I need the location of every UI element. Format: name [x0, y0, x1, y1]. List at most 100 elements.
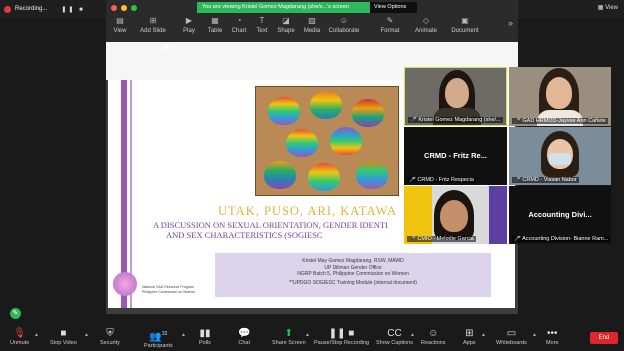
participant-name: 🎤 GAD HRMDD-Jayvee Ann Cañete — [512, 118, 608, 124]
toolbar-text[interactable]: T Text — [252, 16, 272, 42]
whiteboards-label: Whiteboards — [496, 340, 527, 346]
more-button[interactable]: ••• More — [546, 328, 559, 346]
format-icon: ✎ — [386, 16, 394, 25]
participant-name: 🎤 CMIO - Melodie Garcia — [407, 236, 476, 242]
annotate-pen-icon[interactable]: ✎ — [10, 308, 21, 319]
audio-options-chevron-icon[interactable]: ▲ — [34, 332, 39, 338]
toolbar-shape-label: Shape — [277, 28, 295, 34]
toolbar-format-label: Format — [380, 28, 400, 34]
captions-icon: CC — [387, 328, 402, 339]
toolbar-text-label: Text — [256, 28, 268, 34]
toolbar-play[interactable]: ▶ Play — [179, 16, 199, 42]
share-options-chevron-icon[interactable]: ▲ — [305, 332, 310, 338]
participant-name: 🎤 CRMD - Vissan Nabor — [512, 177, 579, 183]
muted-mic-icon: 🎤 — [514, 118, 521, 124]
participant-tile-vissan[interactable]: 🎤 CRMD - Vissan Nabor — [509, 127, 611, 185]
record-icon — [4, 5, 11, 13]
participant-tile-jayvee[interactable]: 🎤 GAD HRMDD-Jayvee Ann Cañete — [509, 67, 611, 126]
expand-toolbar-icon[interactable]: » — [508, 18, 513, 28]
reactions-button[interactable]: ☺ Reactions — [421, 328, 445, 346]
author-name: Kristel May Gomez Magdarang, RSW, MAWD — [302, 258, 404, 264]
show-captions-button[interactable]: CC Show Captions — [376, 328, 413, 346]
toolbar-view-label: View — [113, 28, 127, 34]
polls-label: Polls — [199, 340, 211, 346]
close-window-icon[interactable] — [111, 5, 117, 11]
participant-display-name: CRMD - Fritz Re... — [424, 151, 487, 160]
whiteboard-icon: ▭ — [506, 328, 517, 339]
view-button[interactable]: ▦ View — [598, 4, 618, 11]
share-screen-button[interactable]: ⬆ Share Screen — [272, 328, 306, 346]
apps-icon: ⊞ — [465, 328, 474, 339]
toolbar-animate[interactable]: ◇ Animate — [412, 16, 440, 42]
meeting-controls-bar: 🎙 Unmute ▲ ■ Stop Video ▲ ⛨ Security 👥32 Par… — [0, 326, 624, 351]
toolbar-view[interactable]: ▤ View — [109, 16, 131, 42]
document-icon: ▣ — [461, 16, 469, 25]
whiteboards-options-chevron-icon[interactable]: ▲ — [532, 332, 537, 338]
security-button[interactable]: ⛨ Security — [100, 328, 120, 346]
chat-button[interactable]: 💬 Chat — [238, 328, 250, 346]
end-meeting-button[interactable]: End — [590, 332, 618, 344]
animate-icon: ◇ — [422, 16, 430, 25]
recording-indicator: Recording... ❚❚ ■ — [4, 3, 85, 15]
polls-button[interactable]: ▮▮ Polls — [199, 328, 211, 346]
recording-controls[interactable]: ❚❚ ■ — [61, 6, 84, 13]
participant-tile-fritz[interactable]: CRMD - Fritz Re... 🎤 CRMD - Fritz Respec… — [404, 127, 507, 185]
participant-name: 🎤 Accounting Division- Bianne Ram... — [512, 236, 611, 242]
security-label: Security — [100, 340, 120, 346]
toolbar-chart[interactable]: ◔ Chart — [228, 16, 250, 42]
stop-video-button[interactable]: ■ Stop Video — [50, 328, 77, 346]
muted-mic-icon: 🎤 — [514, 177, 521, 183]
unmute-label: Unmute — [10, 340, 30, 346]
recording-label: Recording... — [15, 6, 48, 12]
share-screen-label: Share Screen — [272, 340, 306, 346]
participants-button[interactable]: 👥32 Participants — [144, 328, 173, 349]
toolbar-table-label: Table — [207, 28, 223, 34]
mic-muted-icon: 🎙 — [13, 328, 26, 339]
polls-icon: ▮▮ — [199, 328, 211, 339]
participant-display-name: Accounting Divi... — [528, 210, 592, 219]
emoji-icon: ☺ — [428, 328, 439, 339]
captions-label: Show Captions — [376, 340, 413, 346]
toolbar-collaborate[interactable]: ☺ Collaborate — [326, 16, 362, 42]
toolbar-shape[interactable]: ◪ Shape — [274, 16, 298, 42]
shape-icon: ◪ — [282, 16, 290, 25]
toolbar-format[interactable]: ✎ Format — [378, 16, 402, 42]
maximize-window-icon[interactable] — [131, 5, 137, 11]
toolbar-table[interactable]: ▦ Table — [204, 16, 226, 42]
participant-tile-melodie[interactable]: 🎤 CMIO - Melodie Garcia — [404, 186, 507, 244]
video-camera-icon: ■ — [60, 328, 67, 339]
toolbar-chart-label: Chart — [231, 28, 247, 34]
reactions-label: Reactions — [421, 340, 446, 346]
toolbar-media-label: Media — [303, 28, 321, 34]
apps-options-chevron-icon[interactable]: ▲ — [481, 332, 486, 338]
doc-note: **UPDGO SOGIESC Training Module (interna… — [289, 279, 417, 286]
media-icon: ▨ — [308, 16, 316, 25]
slide-subtitle-line2: AND SEX CHARACTERISTICS (SOGIESC — [166, 230, 323, 240]
minimize-window-icon[interactable] — [121, 5, 127, 11]
video-options-chevron-icon[interactable]: ▲ — [84, 332, 89, 338]
muted-mic-icon: 🎤 — [514, 236, 521, 242]
apps-button[interactable]: ⊞ Apps — [463, 328, 476, 346]
captions-options-chevron-icon[interactable]: ▲ — [410, 332, 415, 338]
share-screen-icon: ⬆ — [284, 328, 294, 339]
chat-icon: 💬 — [238, 328, 251, 339]
toolbar-add-slide[interactable]: ⊞ Add Slide — [136, 16, 170, 42]
add-slide-icon: ⊞ — [149, 16, 157, 25]
view-options-dropdown[interactable]: View Options — [370, 2, 417, 13]
more-label: More — [546, 340, 559, 346]
unmute-button[interactable]: 🎙 Unmute — [10, 328, 29, 346]
participants-icon: 👥32 — [149, 331, 168, 343]
chat-label: Chat — [238, 340, 251, 346]
participant-tile-kristel[interactable]: 🎤 Kristel Gomez Magdarang (she/... — [404, 67, 507, 126]
pause-stop-recording-button[interactable]: ❚❚ ■ Pause/Stop Recording — [314, 328, 369, 346]
toolbar-play-label: Play — [183, 28, 195, 34]
mouse-pointer-icon: ➤ — [162, 42, 171, 53]
participants-options-chevron-icon[interactable]: ▲ — [181, 332, 186, 338]
viewing-screen-banner: You are viewing Kristel Gomez Magdarang … — [197, 2, 370, 13]
participant-tile-bianne[interactable]: Accounting Divi... 🎤 Accounting Division… — [509, 186, 611, 244]
participant-name: 🎤 Kristel Gomez Magdarang (she/... — [408, 117, 503, 123]
toolbar-document[interactable]: ▣ Document — [448, 16, 482, 42]
toolbar-media[interactable]: ▨ Media — [300, 16, 324, 42]
whiteboards-button[interactable]: ▭ Whiteboards — [496, 328, 527, 346]
toolbar-animate-label: Animate — [414, 28, 437, 34]
